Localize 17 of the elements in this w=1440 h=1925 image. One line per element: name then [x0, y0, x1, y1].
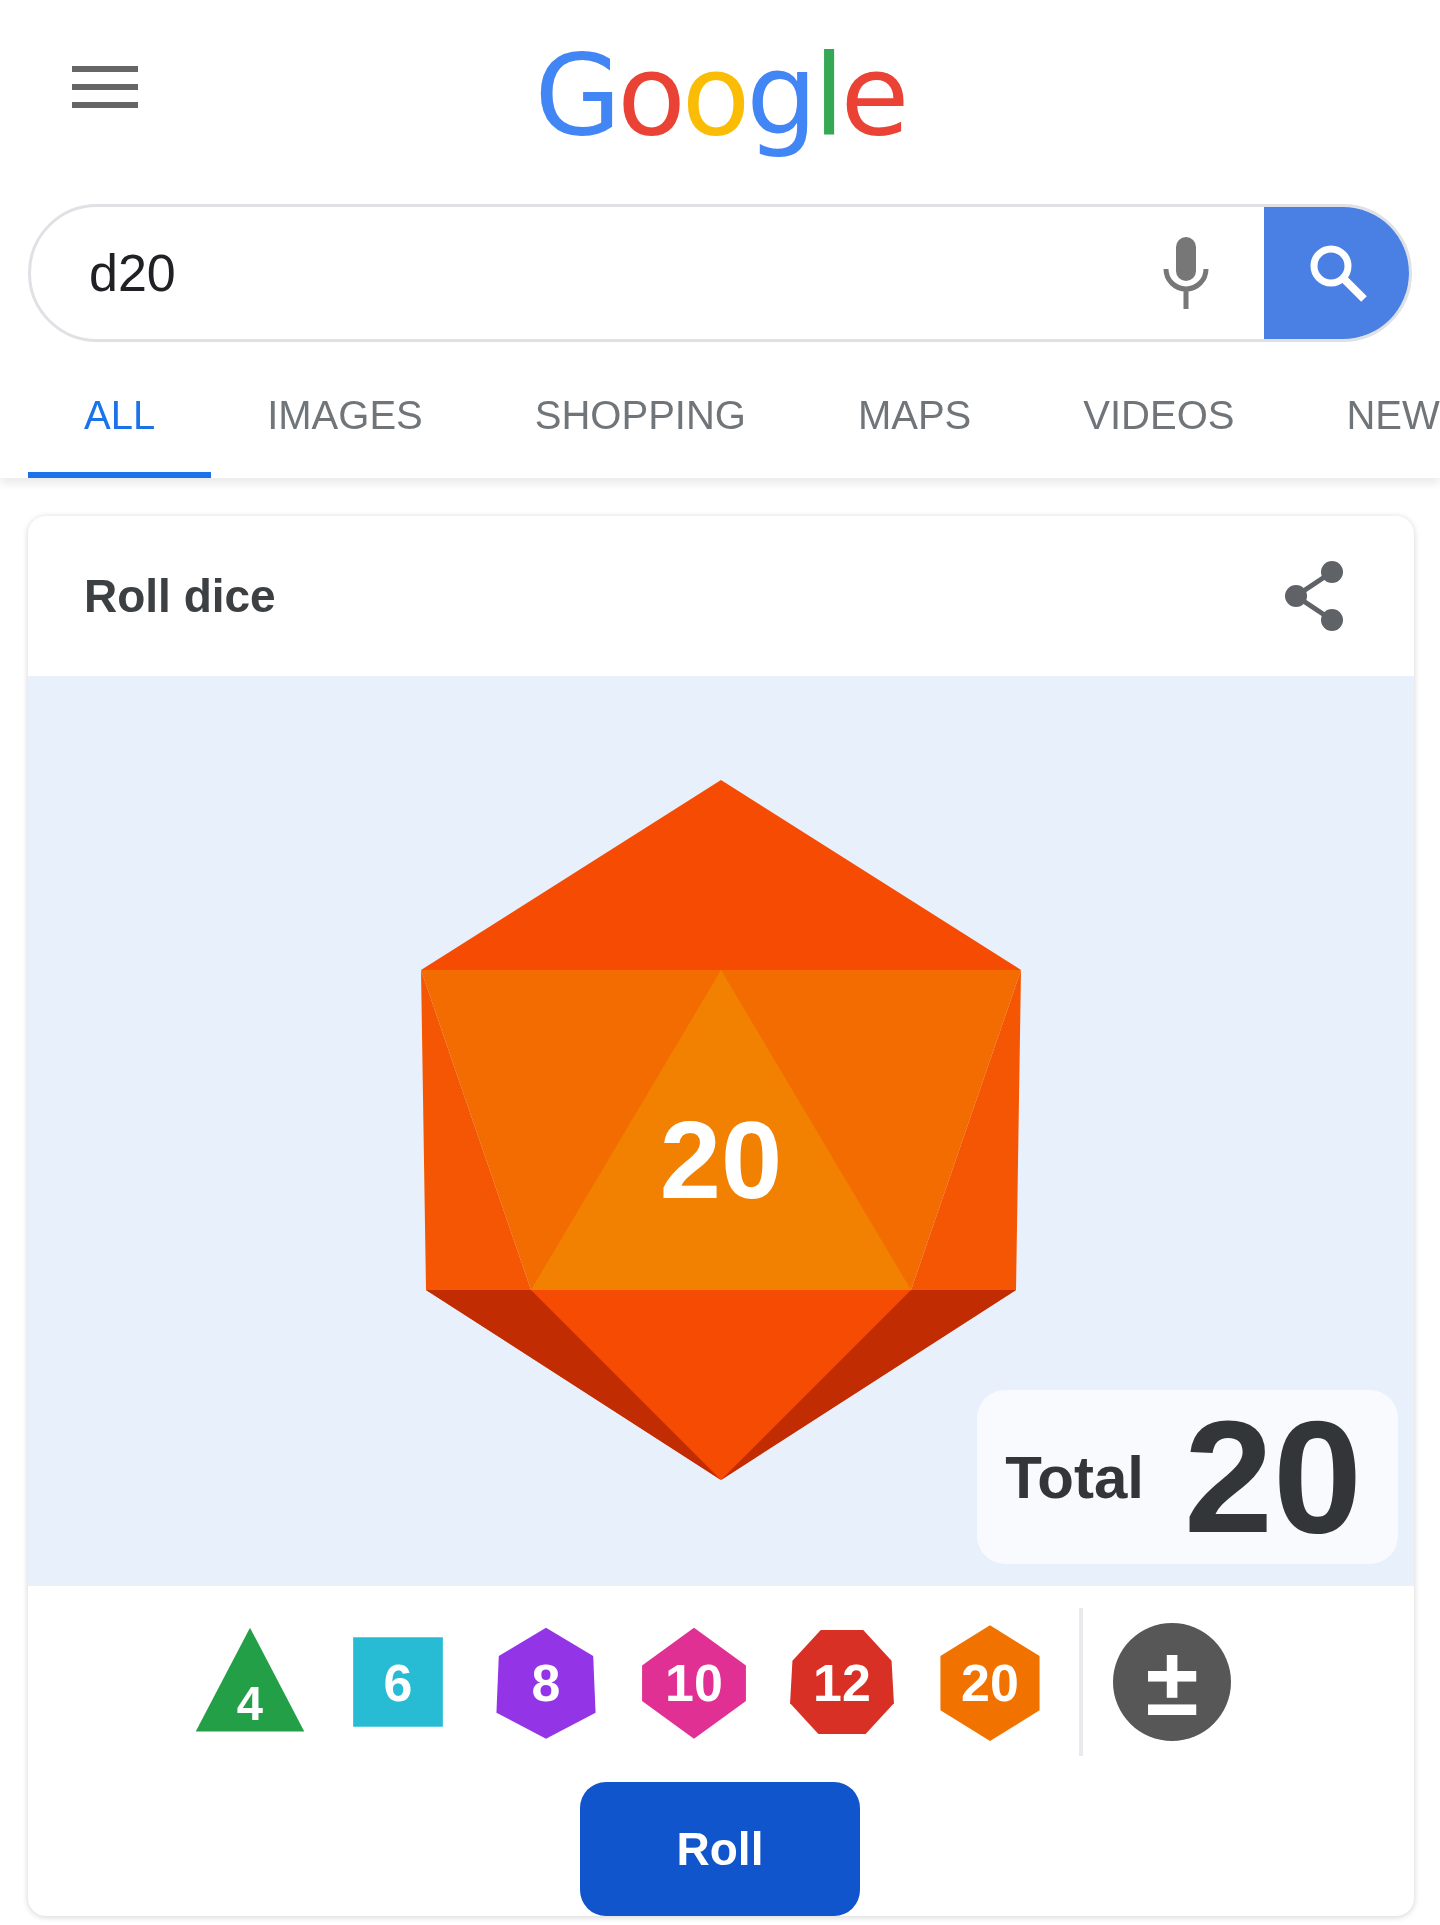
die-result: 20 [659, 1097, 783, 1223]
share-icon[interactable] [1282, 560, 1346, 632]
tab[interactable]: VIDEOS [1027, 342, 1291, 478]
menu-icon[interactable] [72, 66, 138, 108]
tab[interactable]: MAPS [801, 342, 1028, 478]
card-title: Roll dice [84, 569, 276, 623]
total-value: 20 [1184, 1397, 1362, 1557]
logo[interactable]: Google [534, 30, 906, 160]
tab[interactable]: IMAGES [211, 342, 479, 478]
search-field[interactable]: d20 [28, 204, 1412, 342]
roll-button[interactable]: Roll [580, 1782, 860, 1916]
total-label: Total [1005, 1442, 1145, 1512]
search-button[interactable] [1264, 207, 1409, 339]
modifier-button[interactable]: ± [1113, 1623, 1231, 1741]
tab[interactable]: SHOPPING [478, 342, 802, 478]
tab[interactable]: ALL [28, 342, 212, 478]
tab[interactable]: NEW [1290, 342, 1440, 478]
